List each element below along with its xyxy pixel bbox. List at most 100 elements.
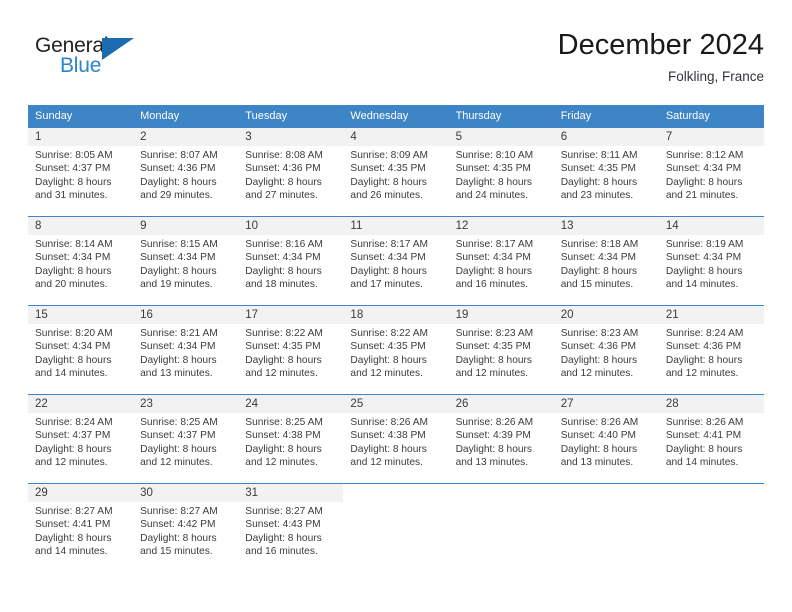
day-details xyxy=(449,502,554,505)
sunrise-text: Sunrise: 8:23 AM xyxy=(455,328,534,339)
calendar-cell-empty xyxy=(448,483,554,572)
calendar-day-cell[interactable]: 2 Sunrise: 8:07 AM Sunset: 4:36 PM Daylight… xyxy=(133,127,239,216)
calendar-week-row: 29 Sunrise: 8:27 AM Sunset: 4:41 PM Dayligh… xyxy=(28,483,764,572)
calendar-day-cell[interactable]: 20 Sunrise: 8:23 AM Sunset: 4:36 PM Dayligh… xyxy=(553,305,659,394)
calendar-day-cell[interactable]: 19 Sunrise: 8:23 AM Sunset: 4:35 PM Dayligh… xyxy=(448,305,554,394)
sunset-text: Sunset: 4:35 PM xyxy=(350,341,426,353)
calendar-day-cell[interactable]: 13 Sunrise: 8:18 AM Sunset: 4:34 PM Dayligh… xyxy=(553,216,659,305)
calendar-day-cell[interactable]: 27 Sunrise: 8:26 AM Sunset: 4:40 PM Dayligh… xyxy=(553,394,659,483)
calendar-day-cell[interactable]: 3 Sunrise: 8:08 AM Sunset: 4:36 PM Daylight… xyxy=(238,127,344,216)
daylight-text-line2: and 19 minutes. xyxy=(140,279,213,291)
calendar-day-cell[interactable]: 24 Sunrise: 8:25 AM Sunset: 4:38 PM Dayligh… xyxy=(238,394,344,483)
daylight-text-line2: and 14 minutes. xyxy=(35,546,108,558)
calendar-cell-empty xyxy=(343,483,449,572)
daylight-text-line1: Daylight: 8 hours xyxy=(560,265,638,277)
sunrise-text: Sunrise: 8:25 AM xyxy=(140,417,218,428)
calendar-day-cell[interactable]: 14 Sunrise: 8:19 AM Sunset: 4:34 PM Dayligh… xyxy=(658,216,764,305)
day-details: Sunrise: 8:24 AM Sunset: 4:37 PM Daylight:… xyxy=(28,413,133,470)
daylight-text-line1: Daylight: 8 hours xyxy=(560,354,638,366)
sunset-text: Sunset: 4:41 PM xyxy=(665,430,742,442)
day-cell-inner: 6 Sunrise: 8:11 AM Sunset: 4:35 PM Daylight… xyxy=(553,127,659,216)
daylight-text-line1: Daylight: 8 hours xyxy=(350,176,427,188)
day-cell-inner: 16 Sunrise: 8:21 AM Sunset: 4:34 PM Dayligh… xyxy=(133,305,239,394)
daylight-text-line2: and 12 minutes. xyxy=(35,457,108,469)
day-number: 28 xyxy=(658,395,764,413)
calendar-week-row: 15 Sunrise: 8:20 AM Sunset: 4:34 PM Dayligh… xyxy=(28,305,764,394)
calendar-day-cell[interactable]: 18 Sunrise: 8:22 AM Sunset: 4:35 PM Dayligh… xyxy=(343,305,449,394)
daylight-text-line1: Daylight: 8 hours xyxy=(35,265,112,277)
day-cell-inner: 18 Sunrise: 8:22 AM Sunset: 4:35 PM Dayligh… xyxy=(343,305,449,394)
day-number: 26 xyxy=(448,395,554,413)
calendar-day-cell[interactable]: 9 Sunrise: 8:15 AM Sunset: 4:34 PM Daylight… xyxy=(133,216,239,305)
day-number: 20 xyxy=(553,306,659,324)
day-number: 27 xyxy=(553,395,659,413)
daylight-text-line2: and 13 minutes. xyxy=(455,457,529,469)
calendar-day-cell[interactable]: 4 Sunrise: 8:09 AM Sunset: 4:35 PM Daylight… xyxy=(343,127,449,216)
day-details: Sunrise: 8:17 AM Sunset: 4:34 PM Daylight:… xyxy=(343,235,448,292)
calendar-day-cell[interactable]: 21 Sunrise: 8:24 AM Sunset: 4:36 PM Dayligh… xyxy=(658,305,764,394)
day-number: 16 xyxy=(133,306,239,324)
day-number: 21 xyxy=(658,306,764,324)
sunset-text: Sunset: 4:34 PM xyxy=(350,252,426,264)
day-cell-inner xyxy=(343,483,449,572)
day-details: Sunrise: 8:07 AM Sunset: 4:36 PM Daylight:… xyxy=(133,146,238,203)
daylight-text-line2: and 20 minutes. xyxy=(35,279,108,291)
calendar-day-cell[interactable]: 30 Sunrise: 8:27 AM Sunset: 4:42 PM Dayligh… xyxy=(133,483,239,572)
calendar-cell-empty xyxy=(658,483,764,572)
daylight-text-line1: Daylight: 8 hours xyxy=(140,443,217,455)
page-title: December 2024 xyxy=(557,29,764,61)
sunset-text: Sunset: 4:36 PM xyxy=(140,163,216,175)
calendar-day-cell[interactable]: 12 Sunrise: 8:17 AM Sunset: 4:34 PM Dayligh… xyxy=(448,216,554,305)
day-details: Sunrise: 8:27 AM Sunset: 4:43 PM Daylight:… xyxy=(238,502,343,559)
sunset-text: Sunset: 4:36 PM xyxy=(245,163,321,175)
calendar-day-cell[interactable]: 15 Sunrise: 8:20 AM Sunset: 4:34 PM Dayligh… xyxy=(28,305,134,394)
daylight-text-line2: and 31 minutes. xyxy=(35,190,108,202)
sunrise-text: Sunrise: 8:18 AM xyxy=(560,239,639,250)
day-number: 10 xyxy=(238,217,344,235)
daylight-text-line1: Daylight: 8 hours xyxy=(245,443,322,455)
sunset-text: Sunset: 4:34 PM xyxy=(665,252,742,264)
daylight-text-line1: Daylight: 8 hours xyxy=(35,176,112,188)
day-details xyxy=(554,502,659,505)
sunrise-text: Sunrise: 8:17 AM xyxy=(350,239,429,250)
calendar-day-cell[interactable]: 17 Sunrise: 8:22 AM Sunset: 4:35 PM Dayligh… xyxy=(238,305,344,394)
day-cell-inner: 26 Sunrise: 8:26 AM Sunset: 4:39 PM Dayligh… xyxy=(448,394,554,483)
calendar-day-cell[interactable]: 23 Sunrise: 8:25 AM Sunset: 4:37 PM Dayligh… xyxy=(133,394,239,483)
calendar-day-cell[interactable]: 25 Sunrise: 8:26 AM Sunset: 4:38 PM Dayligh… xyxy=(343,394,449,483)
day-cell-inner: 1 Sunrise: 8:05 AM Sunset: 4:37 PM Daylight… xyxy=(28,127,134,216)
sunrise-text: Sunrise: 8:26 AM xyxy=(560,417,639,428)
calendar-day-cell[interactable]: 5 Sunrise: 8:10 AM Sunset: 4:35 PM Daylight… xyxy=(448,127,554,216)
calendar-day-cell[interactable]: 22 Sunrise: 8:24 AM Sunset: 4:37 PM Dayligh… xyxy=(28,394,134,483)
calendar-day-cell[interactable]: 7 Sunrise: 8:12 AM Sunset: 4:34 PM Daylight… xyxy=(658,127,764,216)
day-number: 8 xyxy=(28,217,134,235)
title-block: December 2024 Folkling, France xyxy=(558,28,764,87)
daylight-text-line1: Daylight: 8 hours xyxy=(245,532,322,544)
day-number: 5 xyxy=(448,128,554,146)
daylight-text-line1: Daylight: 8 hours xyxy=(35,443,112,455)
day-details: Sunrise: 8:17 AM Sunset: 4:34 PM Daylight:… xyxy=(449,235,554,292)
day-cell-inner: 12 Sunrise: 8:17 AM Sunset: 4:34 PM Dayligh… xyxy=(448,216,554,305)
calendar-day-cell[interactable]: 28 Sunrise: 8:26 AM Sunset: 4:41 PM Dayligh… xyxy=(658,394,764,483)
sunset-text: Sunset: 4:34 PM xyxy=(35,341,111,353)
day-number: 7 xyxy=(658,128,764,146)
general-blue-logo[interactable]: General Blue xyxy=(28,34,168,90)
calendar-day-cell[interactable]: 11 Sunrise: 8:17 AM Sunset: 4:34 PM Dayligh… xyxy=(343,216,449,305)
calendar-day-cell[interactable]: 1 Sunrise: 8:05 AM Sunset: 4:37 PM Daylight… xyxy=(28,127,134,216)
calendar-week-row: 1 Sunrise: 8:05 AM Sunset: 4:37 PM Daylight… xyxy=(28,127,764,216)
day-details xyxy=(659,502,764,505)
calendar-cell-empty xyxy=(553,483,659,572)
daylight-text-line2: and 17 minutes. xyxy=(350,279,423,291)
calendar-day-cell[interactable]: 10 Sunrise: 8:16 AM Sunset: 4:34 PM Dayligh… xyxy=(238,216,344,305)
daylight-text-line1: Daylight: 8 hours xyxy=(560,176,638,188)
day-details: Sunrise: 8:18 AM Sunset: 4:34 PM Daylight:… xyxy=(554,235,659,292)
day-number: 9 xyxy=(133,217,239,235)
calendar-day-cell[interactable]: 16 Sunrise: 8:21 AM Sunset: 4:34 PM Dayligh… xyxy=(133,305,239,394)
calendar-day-cell[interactable]: 26 Sunrise: 8:26 AM Sunset: 4:39 PM Dayligh… xyxy=(448,394,554,483)
calendar-day-cell[interactable]: 29 Sunrise: 8:27 AM Sunset: 4:41 PM Dayligh… xyxy=(28,483,134,572)
daylight-text-line2: and 12 minutes. xyxy=(350,457,423,469)
calendar-day-cell[interactable]: 6 Sunrise: 8:11 AM Sunset: 4:35 PM Daylight… xyxy=(553,127,659,216)
calendar-day-cell[interactable]: 31 Sunrise: 8:27 AM Sunset: 4:43 PM Dayligh… xyxy=(238,483,344,572)
calendar-day-cell[interactable]: 8 Sunrise: 8:14 AM Sunset: 4:34 PM Daylight… xyxy=(28,216,134,305)
day-number: 24 xyxy=(238,395,344,413)
day-details: Sunrise: 8:20 AM Sunset: 4:34 PM Daylight:… xyxy=(28,324,133,381)
